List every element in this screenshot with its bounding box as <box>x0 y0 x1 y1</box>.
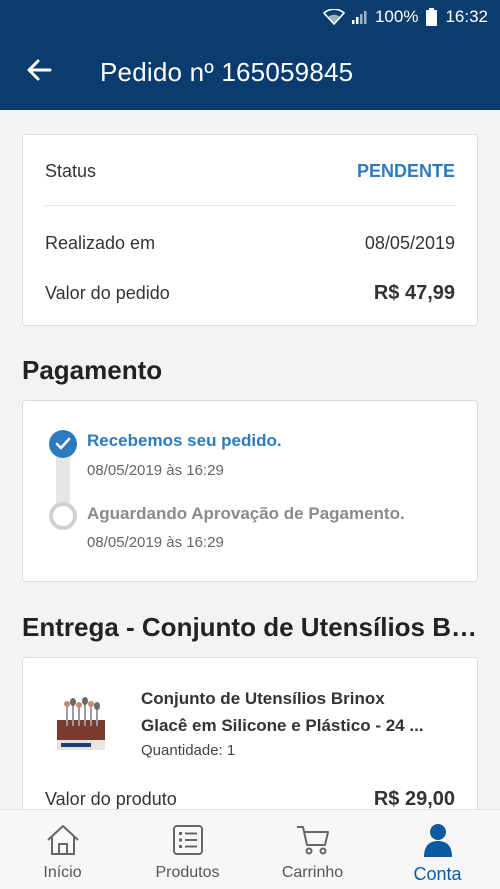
product-name-line2: Glacê em Silicone e Plástico - 24 ... <box>141 716 424 735</box>
payment-step-label: Recebemos seu pedido. <box>87 431 282 450</box>
status-icons <box>322 9 367 25</box>
product-name[interactable]: Conjunto de Utensílios Brinox Glacê em S… <box>141 685 461 739</box>
back-button[interactable] <box>0 34 78 110</box>
nav-label: Conta <box>413 864 462 884</box>
divider <box>45 205 455 206</box>
payment-step-time: 08/05/2019 às 16:29 <box>87 462 224 479</box>
nav-item-carrinho[interactable]: Carrinho <box>250 810 375 889</box>
nav-item-inicio[interactable]: Início <box>0 810 125 889</box>
status-badge: PENDENTE <box>356 160 455 181</box>
bottom-nav: Início Produtos Carrinho Conta <box>0 809 500 889</box>
nav-label: Início <box>43 864 82 881</box>
status-label: Status <box>45 160 97 181</box>
clock: 16:32 <box>445 7 488 26</box>
user-icon <box>419 822 457 858</box>
product-price-value: R$ 29,00 <box>373 787 455 810</box>
page-title: Pedido nº 165059845 <box>100 56 354 87</box>
product-quantity: Quantidade: 1 <box>141 742 236 759</box>
status-row: Status PENDENTE <box>45 157 455 185</box>
date-value: 08/05/2019 <box>364 232 455 253</box>
product-price-label: Valor do produto <box>45 788 177 809</box>
product-name-line1: Conjunto de Utensílios Brinox <box>141 689 385 708</box>
payment-section-title: Pagamento <box>22 355 163 385</box>
list-icon <box>169 822 207 858</box>
nav-label: Carrinho <box>281 864 344 881</box>
total-value: R$ 47,99 <box>373 281 455 304</box>
battery-icon <box>426 8 438 26</box>
arrow-left-icon <box>26 59 52 86</box>
status-bar: 100% 16:32 <box>0 0 500 34</box>
wifi-icon <box>322 9 345 25</box>
home-icon <box>44 822 82 858</box>
date-label: Realizado em <box>45 232 156 253</box>
product-image <box>51 696 111 756</box>
delivery-section-title: Entrega - Conjunto de Utensílios Brin… <box>22 612 478 642</box>
payment-step-label: Aguardando Aprovação de Pagamento. <box>87 504 405 523</box>
payment-card: Recebemos seu pedido. 08/05/2019 às 16:2… <box>22 400 478 582</box>
payment-step-time: 08/05/2019 às 16:29 <box>87 534 224 551</box>
nav-item-produtos[interactable]: Produtos <box>125 810 250 889</box>
battery-percent: 100% <box>374 7 419 26</box>
app-header: Pedido nº 165059845 <box>0 34 500 110</box>
pending-circle-icon <box>49 502 77 530</box>
order-summary-card: Status PENDENTE Realizado em 08/05/2019 … <box>22 134 478 326</box>
check-icon <box>49 430 77 458</box>
date-row: Realizado em 08/05/2019 <box>45 229 455 257</box>
nav-label: Produtos <box>155 864 220 881</box>
product-card[interactable]: Conjunto de Utensílios Brinox Glacê em S… <box>22 657 478 827</box>
signal-icon <box>351 9 367 25</box>
total-row: Valor do pedido R$ 47,99 <box>45 279 455 307</box>
cart-icon <box>294 822 332 858</box>
total-label: Valor do pedido <box>45 282 170 303</box>
nav-item-conta[interactable]: Conta <box>375 810 500 889</box>
